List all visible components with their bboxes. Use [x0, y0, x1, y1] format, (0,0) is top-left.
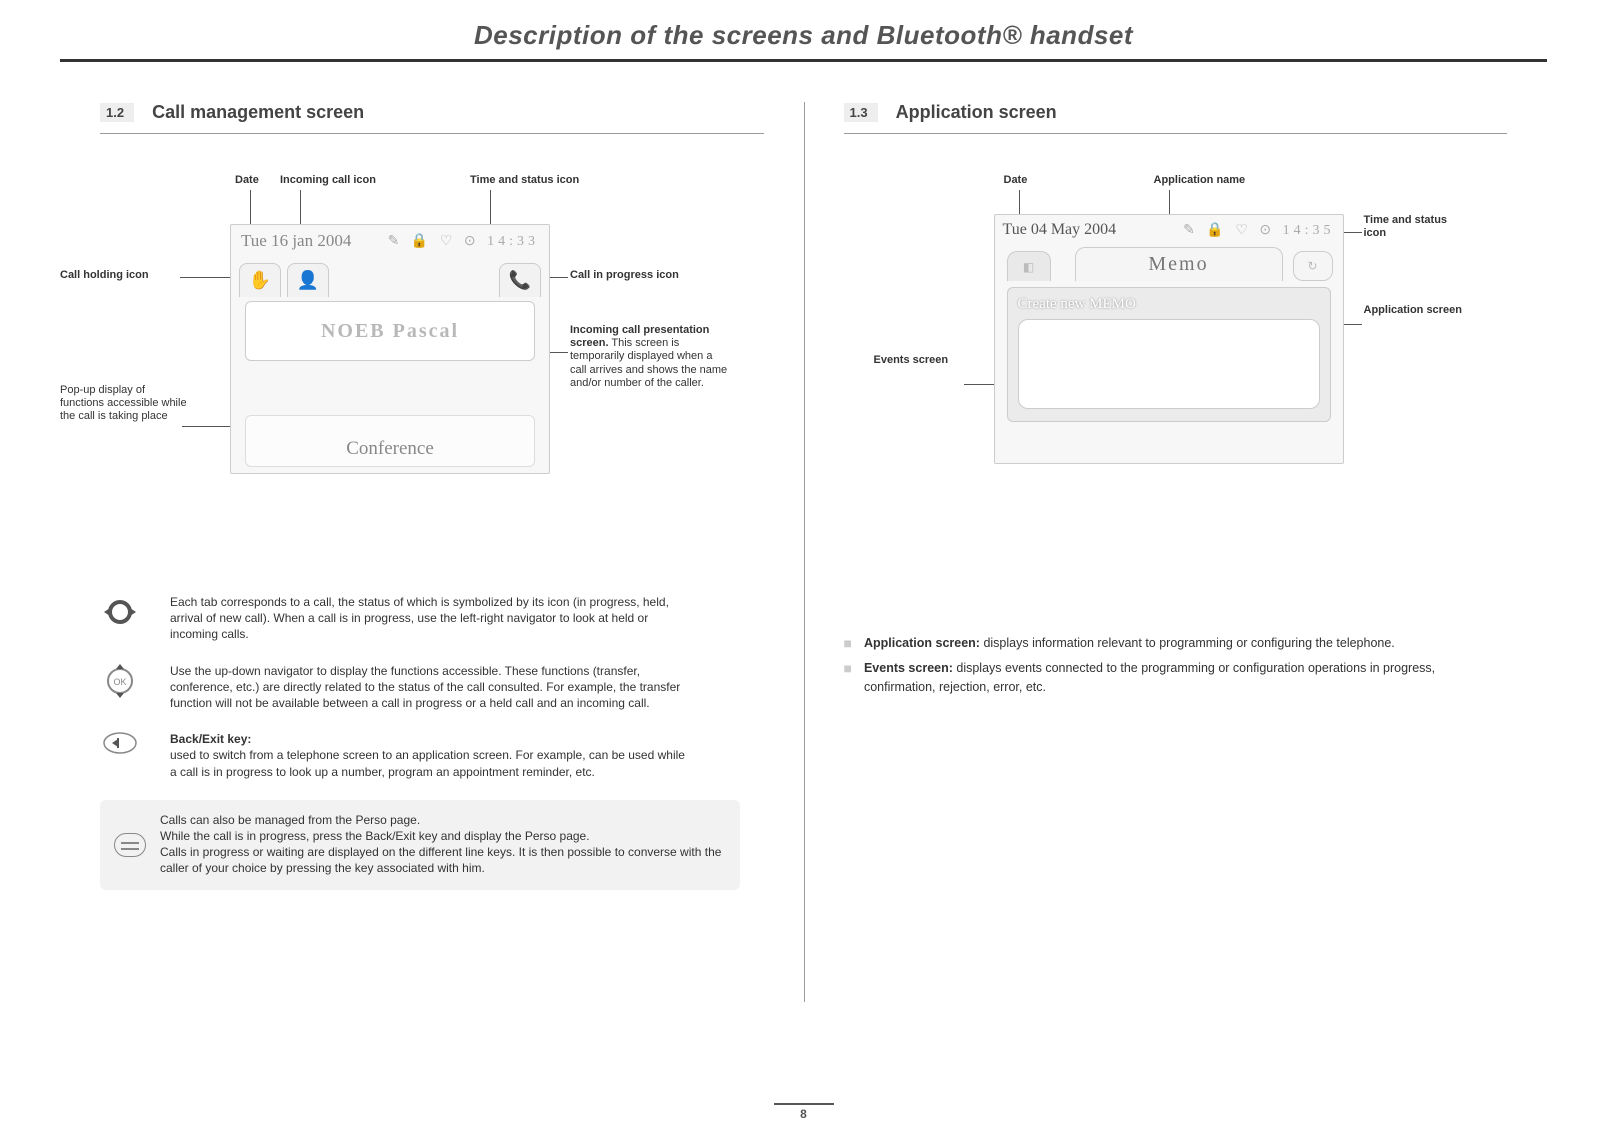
label-incoming-presentation: Incoming call presenta­tion screen. This…	[570, 324, 730, 390]
label-time-status-icon: Time and status icon	[1364, 214, 1464, 240]
section-number: 1.3	[844, 103, 878, 122]
app-screen-diagram: Date Application name Time and status ic…	[844, 174, 1508, 554]
bullet-marker: ■	[844, 659, 852, 697]
screen-date: Tue 16 jan 2004	[241, 231, 351, 251]
label-time-status-icon: Time and status icon	[470, 174, 579, 187]
label-incoming-call-icon: Incoming call icon	[280, 174, 376, 187]
section-title: Application screen	[896, 102, 1057, 123]
title-rule	[60, 59, 1547, 62]
bullet-application-screen: Application screen: displays information…	[864, 634, 1395, 653]
left-column: 1.2 Call management screen Date Incoming…	[60, 102, 804, 890]
label-application-name: Application name	[1154, 174, 1246, 187]
section-rule	[844, 133, 1508, 134]
label-application-screen: Application screen	[1364, 304, 1464, 317]
next-app-icon: ↻	[1293, 251, 1333, 281]
page-title: Description of the screens and Bluetooth…	[60, 20, 1547, 51]
bullet-events-screen: Events screen: displays events connected…	[864, 659, 1507, 697]
app-body-title: Create new MEMO	[1018, 296, 1320, 313]
perso-page-note: Calls can also be managed from the Perso…	[100, 800, 740, 891]
bullet-marker: ■	[844, 634, 852, 653]
caller-name-box: NOEB Pascal	[245, 301, 535, 361]
status-icons-row: ✎ 🔒 ♡ ⊙ 14:35	[1183, 222, 1334, 239]
back-exit-key-icon	[100, 731, 140, 755]
call-screen-diagram: Date Incoming call icon Time and status …	[100, 174, 764, 524]
screen-date: Tue 04 May 2004	[1003, 221, 1117, 239]
label-events-screen: Events screen	[874, 354, 984, 367]
app-title-tab: Memo	[1075, 247, 1283, 281]
function-popup-box: Conference	[245, 415, 535, 467]
label-popup-functions: Pop-up display of functions accessible w…	[60, 384, 190, 424]
section-title: Call management screen	[152, 102, 364, 123]
page-number: 8	[774, 1103, 834, 1121]
section-rule	[100, 133, 764, 134]
incoming-tab-icon: 👤	[287, 263, 329, 297]
svg-text:OK: OK	[113, 677, 126, 687]
in-progress-tab-icon: 📞	[499, 263, 541, 297]
hold-tab-icon: ✋	[239, 263, 281, 297]
column-divider	[804, 102, 805, 1002]
label-call-holding-icon: Call holding icon	[60, 269, 180, 282]
right-column: 1.3 Application screen Date Application …	[804, 102, 1548, 890]
left-right-nav-icon	[100, 594, 140, 630]
up-down-nav-icon: OK	[100, 663, 140, 699]
call-screen-mock: Tue 16 jan 2004 ✎ 🔒 ♡ ⊙ 14:33 ✋ 👤 📞 NOEB…	[230, 224, 550, 474]
label-call-in-progress-icon: Call in progress icon	[570, 269, 679, 282]
note-icon	[114, 833, 146, 857]
app-body: Create new MEMO	[1007, 287, 1331, 422]
help-back-exit: Back/Exit key: used to switch from a tel…	[170, 731, 690, 780]
label-date: Date	[235, 174, 259, 187]
prev-app-icon: ◧	[1007, 251, 1051, 281]
label-date: Date	[1004, 174, 1028, 187]
events-area	[1018, 319, 1320, 409]
app-screen-mock: Tue 04 May 2004 ✎ 🔒 ♡ ⊙ 14:35 ◧ Memo ↻ C…	[994, 214, 1344, 464]
status-icons-row: ✎ 🔒 ♡ ⊙ 14:33	[388, 233, 539, 250]
section-number: 1.2	[100, 103, 134, 122]
help-left-right: Each tab corresponds to a call, the stat…	[170, 594, 690, 643]
help-up-down: Use the up-down navigator to display the…	[170, 663, 690, 712]
